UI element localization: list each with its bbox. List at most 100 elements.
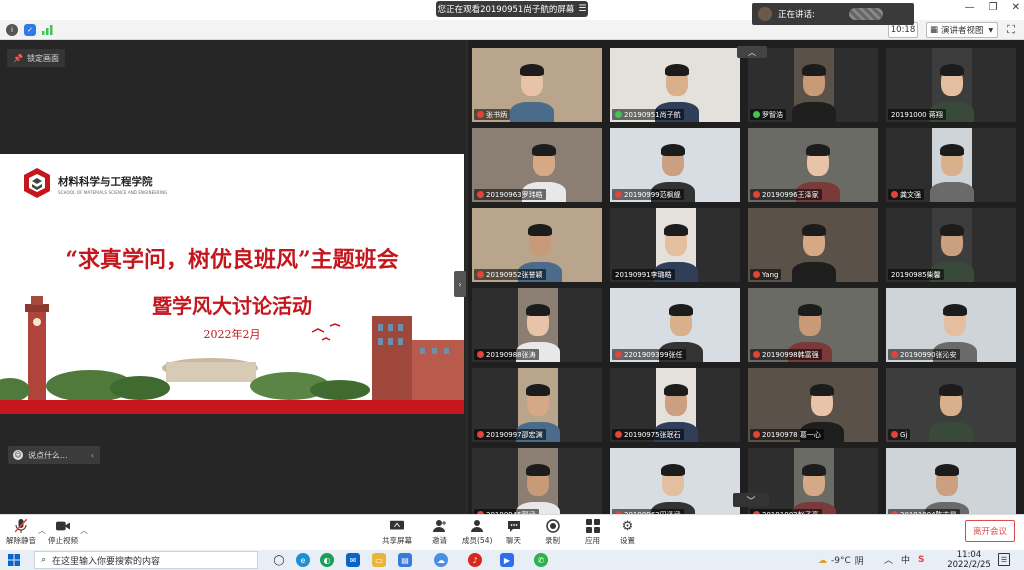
gear-icon: ⚙ [621,518,634,534]
system-tray: ︿ 中 S [884,553,925,567]
taskbar-date: 2022/2/25 [947,560,991,570]
info-icon[interactable]: i [6,24,18,36]
mic-off-icon [753,351,760,358]
unmute-button[interactable]: 解除静音 [6,519,36,546]
school-name-en: SCHOOL OF MATERIALS SCIENCE AND ENGINEER… [58,190,168,195]
video-tile[interactable]: 20190962田泽涵 [610,448,740,522]
weather-widget[interactable]: ☁ -9°C 阴 [818,554,864,568]
participant-name: 20190975张珉石 [624,430,681,439]
security-shield-icon[interactable]: ✓ [24,24,36,36]
mic-off-icon [477,431,484,438]
task-view-icon[interactable]: ◯ [272,553,286,567]
banner-menu-icon[interactable]: ☰ [578,4,586,14]
audio-options-chevron-icon[interactable]: ︿ [38,525,46,536]
chat-input[interactable]: ☺ 说点什么... ‹ [8,446,100,464]
view-mode-select[interactable]: ▦ 演讲者视图 ▼ [926,22,998,38]
window-controls: — ❐ ✕ [965,2,1020,13]
notification-center-icon[interactable]: ☰ [998,553,1010,566]
video-options-chevron-icon[interactable]: ︿ [80,525,88,536]
record-button[interactable]: 录制 [545,519,560,546]
lock-view-label: 锁定画面 [26,53,59,63]
minimize-icon[interactable]: — [965,2,975,13]
scroll-down-icon[interactable]: ﹀ [733,493,769,507]
mic-off-icon [477,191,484,198]
participant-hair [939,384,963,396]
ime-indicator[interactable]: 中 [901,553,910,566]
video-tile[interactable]: 20190999范枫舰 [610,128,740,202]
collapse-panel-handle[interactable]: › [454,271,466,297]
video-tile[interactable]: 2201909399张任 [610,288,740,362]
video-tile[interactable]: 20190952张誉颖 [472,208,602,282]
apps-label: 应用 [585,536,600,545]
temperature: -9°C [831,555,851,566]
video-tile[interactable]: 20190985柴馨 [886,208,1016,282]
participant-name-tag: 20190998韩富强 [750,349,822,360]
apps-button[interactable]: 应用 [585,519,600,546]
file-explorer-icon[interactable]: ▭ [372,553,386,567]
close-icon[interactable]: ✕ [1012,2,1020,13]
video-tile[interactable]: 20191002赵子豪 [748,448,878,522]
video-tile[interactable]: 20190998韩富强 [748,288,878,362]
share-screen-button[interactable]: 共享屏幕 [382,519,412,546]
settings-button[interactable]: ⚙ 设置 [620,519,635,546]
speaking-indicator: 正在讲话: [752,3,914,25]
video-tile[interactable]: Yang [748,208,878,282]
participant-name: 20190985柴馨 [891,270,941,279]
participant-name: 20190951尚子航 [624,110,681,119]
emoji-icon[interactable]: ☺ [13,450,23,460]
signal-bars-icon[interactable] [42,24,54,36]
leave-meeting-button[interactable]: 离开会议 [965,520,1015,542]
taskbar-clock[interactable]: 11:04 2022/2/25 [944,550,994,570]
stop-video-button[interactable]: 停止视频 [48,519,78,546]
video-tile[interactable]: 20190996王泽家 [748,128,878,202]
record-icon [545,519,560,533]
browser-icon[interactable]: ◐ [320,553,334,567]
participant-name-tag: 20190990张沁安 [888,349,960,360]
video-tile[interactable]: 20190997邵宏渊 [472,368,602,442]
video-tile[interactable]: 罗智浩 [748,48,878,122]
video-tile[interactable]: 龚文强 [886,128,1016,202]
tencent-meeting-icon[interactable]: ▶ [500,553,514,567]
participant-hair [664,224,688,236]
video-tile[interactable]: 20190951尚子航 [610,48,740,122]
netease-music-icon[interactable]: ♪ [468,553,482,567]
video-tile[interactable]: 20190975张珉石 [610,368,740,442]
lock-view-button[interactable]: 📌 锁定画面 [7,49,65,67]
share-screen-icon [390,519,404,533]
video-tile[interactable]: 20190988张涛 [472,288,602,362]
mail-icon[interactable]: ✉ [346,553,360,567]
scroll-up-icon[interactable]: ︿ [737,46,767,58]
chevron-up-icon[interactable]: ︿ [884,553,893,566]
members-button[interactable]: 成员(54) [462,519,492,546]
invite-button[interactable]: 邀请 [432,519,447,546]
edge-browser-icon[interactable]: e [296,553,310,567]
participant-name: Yang [762,270,779,279]
viewing-banner[interactable]: 您正在观看20190951尚子航的屏幕 ☰ [436,1,588,17]
restore-icon[interactable]: ❐ [989,2,998,13]
video-tile[interactable]: 20190991李璐皓 [610,208,740,282]
video-tile[interactable]: 张书炳 [472,48,602,122]
baidu-netdisk-icon[interactable]: ☁ [434,553,448,567]
store-icon[interactable]: ▤ [398,553,412,567]
fullscreen-icon[interactable]: ⛶ [1004,23,1018,37]
chat-button[interactable]: 聊天 [506,519,521,546]
sogou-ime-icon[interactable]: S [918,555,924,565]
participant-name: 20190998韩富强 [762,350,819,359]
video-tile[interactable]: 20190990张沁安 [886,288,1016,362]
video-tile[interactable]: 20190945郭涵 [472,448,602,522]
video-tile[interactable]: 20191000 蒋翔 [886,48,1016,122]
apps-grid-icon [585,519,600,533]
video-tile[interactable]: 20191004陈志昊 [886,448,1016,522]
wechat-icon[interactable]: ✆ [534,553,548,567]
participant-name-tag: 20190952张誉颖 [474,269,546,280]
chevron-left-icon[interactable]: ‹ [91,451,94,460]
participant-name: 20190988张涛 [486,350,536,359]
invite-person-icon [432,519,447,533]
video-tile[interactable]: 20190978 葛一心 [748,368,878,442]
participant-name: 20190991李璐皓 [615,270,672,279]
windows-start-icon[interactable] [8,554,20,566]
video-tile[interactable]: Gj [886,368,1016,442]
taskbar-search-input[interactable]: ⌕ 在这里输入你要搜索的内容 [34,551,258,569]
participant-name: 20191000 蒋翔 [891,110,943,119]
video-tile[interactable]: 20190963罗玮皓 [472,128,602,202]
